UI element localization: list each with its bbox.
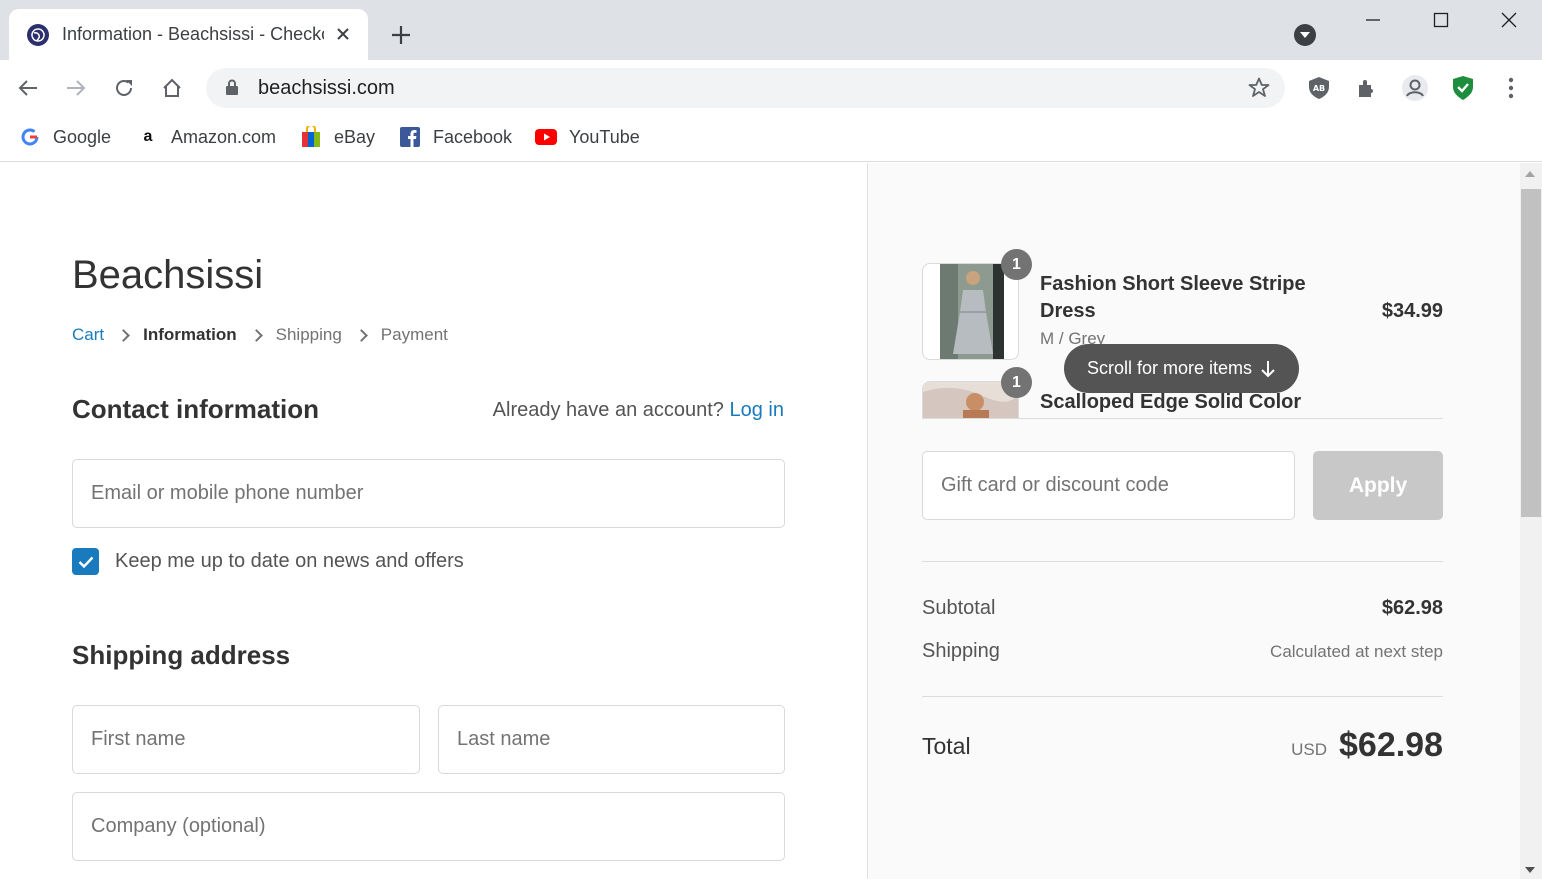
breadcrumb: Cart Information Shipping Payment <box>72 325 448 345</box>
item-name: Scalloped Edge Solid Color Bikini Set <box>1040 391 1302 419</box>
total-label: Total <box>922 733 971 759</box>
last-name-field[interactable]: Last name <box>438 705 785 774</box>
newsletter-checkbox[interactable] <box>72 548 99 575</box>
apply-button[interactable]: Apply <box>1313 451 1443 520</box>
home-icon[interactable] <box>156 72 188 104</box>
new-tab-button[interactable] <box>388 22 414 48</box>
bookmark-ebay[interactable]: eBay <box>300 124 375 150</box>
ebay-bag-icon <box>300 126 322 148</box>
amazon-icon: a <box>143 128 153 145</box>
chevron-right-icon <box>117 328 130 342</box>
tab-search-icon[interactable] <box>1294 24 1316 46</box>
bookmarks-bar: Google a Amazon.com eBay Facebook YouTub… <box>0 116 1542 162</box>
chevron-right-icon <box>249 328 263 342</box>
shipping-section-title: Shipping address <box>72 640 291 670</box>
company-field[interactable]: Company (optional) <box>72 792 785 861</box>
tab-strip: Information - Beachsissi - Checkout <box>0 0 1542 60</box>
checkout-main: Beachsissi Cart Information Shipping Pay… <box>0 163 868 879</box>
url-text: beachsissi.com <box>258 77 395 99</box>
email-field[interactable]: Email or mobile phone number <box>72 459 785 528</box>
total-value: $62.98 <box>1339 726 1443 764</box>
product-thumbnail <box>922 263 1019 360</box>
breadcrumb-payment: Payment <box>380 325 448 344</box>
item-name: Fashion Short Sleeve Stripe Dress <box>1040 273 1306 322</box>
svg-text:AB: AB <box>1313 84 1325 93</box>
globe-icon <box>27 23 49 46</box>
bookmark-amazon[interactable]: a Amazon.com <box>137 124 277 150</box>
bookmark-label: Amazon.com <box>171 126 277 147</box>
breadcrumb-cart[interactable]: Cart <box>72 325 104 345</box>
first-name-placeholder: First name <box>91 728 186 750</box>
shield-check-icon[interactable] <box>1447 72 1479 104</box>
shipping-value: Calculated at next step <box>1270 642 1443 661</box>
subtotal-label: Subtotal <box>922 597 996 619</box>
star-icon[interactable] <box>1247 76 1271 105</box>
newsletter-checkbox-row[interactable]: Keep me up to date on news and offers <box>72 548 464 575</box>
arrow-down-icon <box>1260 360 1276 378</box>
discount-placeholder: Gift card or discount code <box>941 474 1169 496</box>
bookmark-label: eBay <box>334 126 376 147</box>
address-bar[interactable]: beachsissi.com <box>206 68 1285 108</box>
company-placeholder: Company (optional) <box>91 815 266 837</box>
quantity-badge: 1 <box>1001 249 1032 280</box>
total-currency: USD <box>1291 740 1327 759</box>
bookmark-google[interactable]: Google <box>19 124 111 150</box>
bookmark-facebook[interactable]: Facebook <box>399 124 512 150</box>
forward-arrow-icon[interactable] <box>60 72 92 104</box>
summary-divider <box>922 561 1443 562</box>
menu-dots-icon[interactable] <box>1495 72 1527 104</box>
youtube-icon <box>535 126 557 148</box>
first-name-field[interactable]: First name <box>72 705 420 774</box>
google-icon <box>19 126 41 148</box>
maximize-icon[interactable] <box>1426 8 1456 32</box>
puzzle-extensions-icon[interactable] <box>1351 72 1383 104</box>
scroll-hint-label: Scroll for more items <box>1086 358 1253 378</box>
discount-code-field[interactable]: Gift card or discount code <box>922 451 1295 520</box>
back-arrow-icon[interactable] <box>12 72 44 104</box>
page-scrollbar[interactable] <box>1520 163 1542 879</box>
reload-icon[interactable] <box>108 72 140 104</box>
window-close-icon[interactable] <box>1494 8 1524 32</box>
login-link[interactable]: Log in <box>730 399 785 421</box>
lock-icon[interactable] <box>225 79 239 101</box>
bookmark-label: YouTube <box>569 126 640 147</box>
items-divider <box>922 418 1443 419</box>
checkout-page: Beachsissi Cart Information Shipping Pay… <box>0 163 1542 879</box>
bookmark-youtube[interactable]: YouTube <box>535 124 640 150</box>
adblock-extension-icon[interactable]: AB <box>1303 72 1335 104</box>
minimize-icon[interactable] <box>1358 8 1388 32</box>
tab-title: Information - Beachsissi - Checkout <box>62 24 324 44</box>
close-icon[interactable] <box>332 23 354 45</box>
email-placeholder: Email or mobile phone number <box>91 482 364 504</box>
quantity-badge: 1 <box>1001 367 1032 398</box>
item-price: $34.99 <box>1381 300 1443 322</box>
contact-section-title: Contact information <box>72 394 319 424</box>
last-name-placeholder: Last name <box>457 728 551 750</box>
summary-divider <box>922 696 1443 697</box>
shipping-label: Shipping <box>922 640 1000 662</box>
facebook-icon <box>399 126 421 148</box>
scroll-up-arrow-icon[interactable] <box>1525 171 1535 177</box>
shop-logo-title[interactable]: Beachsissi <box>72 253 263 298</box>
scroll-for-more-button[interactable]: Scroll for more items <box>1064 344 1299 393</box>
scrollbar-thumb[interactable] <box>1521 189 1541 517</box>
account-prompt: Already have an account? Log in <box>493 399 784 422</box>
profile-icon[interactable] <box>1399 72 1431 104</box>
order-items-list[interactable]: Fashion Short Sleeve Stripe Dress M / Gr… <box>922 249 1443 419</box>
subtotal-value: $62.98 <box>1381 597 1443 619</box>
bookmark-label: Facebook <box>433 126 513 147</box>
newsletter-label: Keep me up to date on news and offers <box>115 550 464 572</box>
browser-tab[interactable]: Information - Beachsissi - Checkout <box>9 9 368 60</box>
breadcrumb-information: Information <box>143 325 237 344</box>
scroll-down-arrow-icon[interactable] <box>1525 867 1535 873</box>
browser-toolbar: beachsissi.com AB <box>0 60 1542 116</box>
bookmark-label: Google <box>53 126 112 147</box>
chevron-right-icon <box>354 328 368 342</box>
account-prompt-text: Already have an account? <box>492 399 724 421</box>
breadcrumb-shipping: Shipping <box>275 325 342 344</box>
